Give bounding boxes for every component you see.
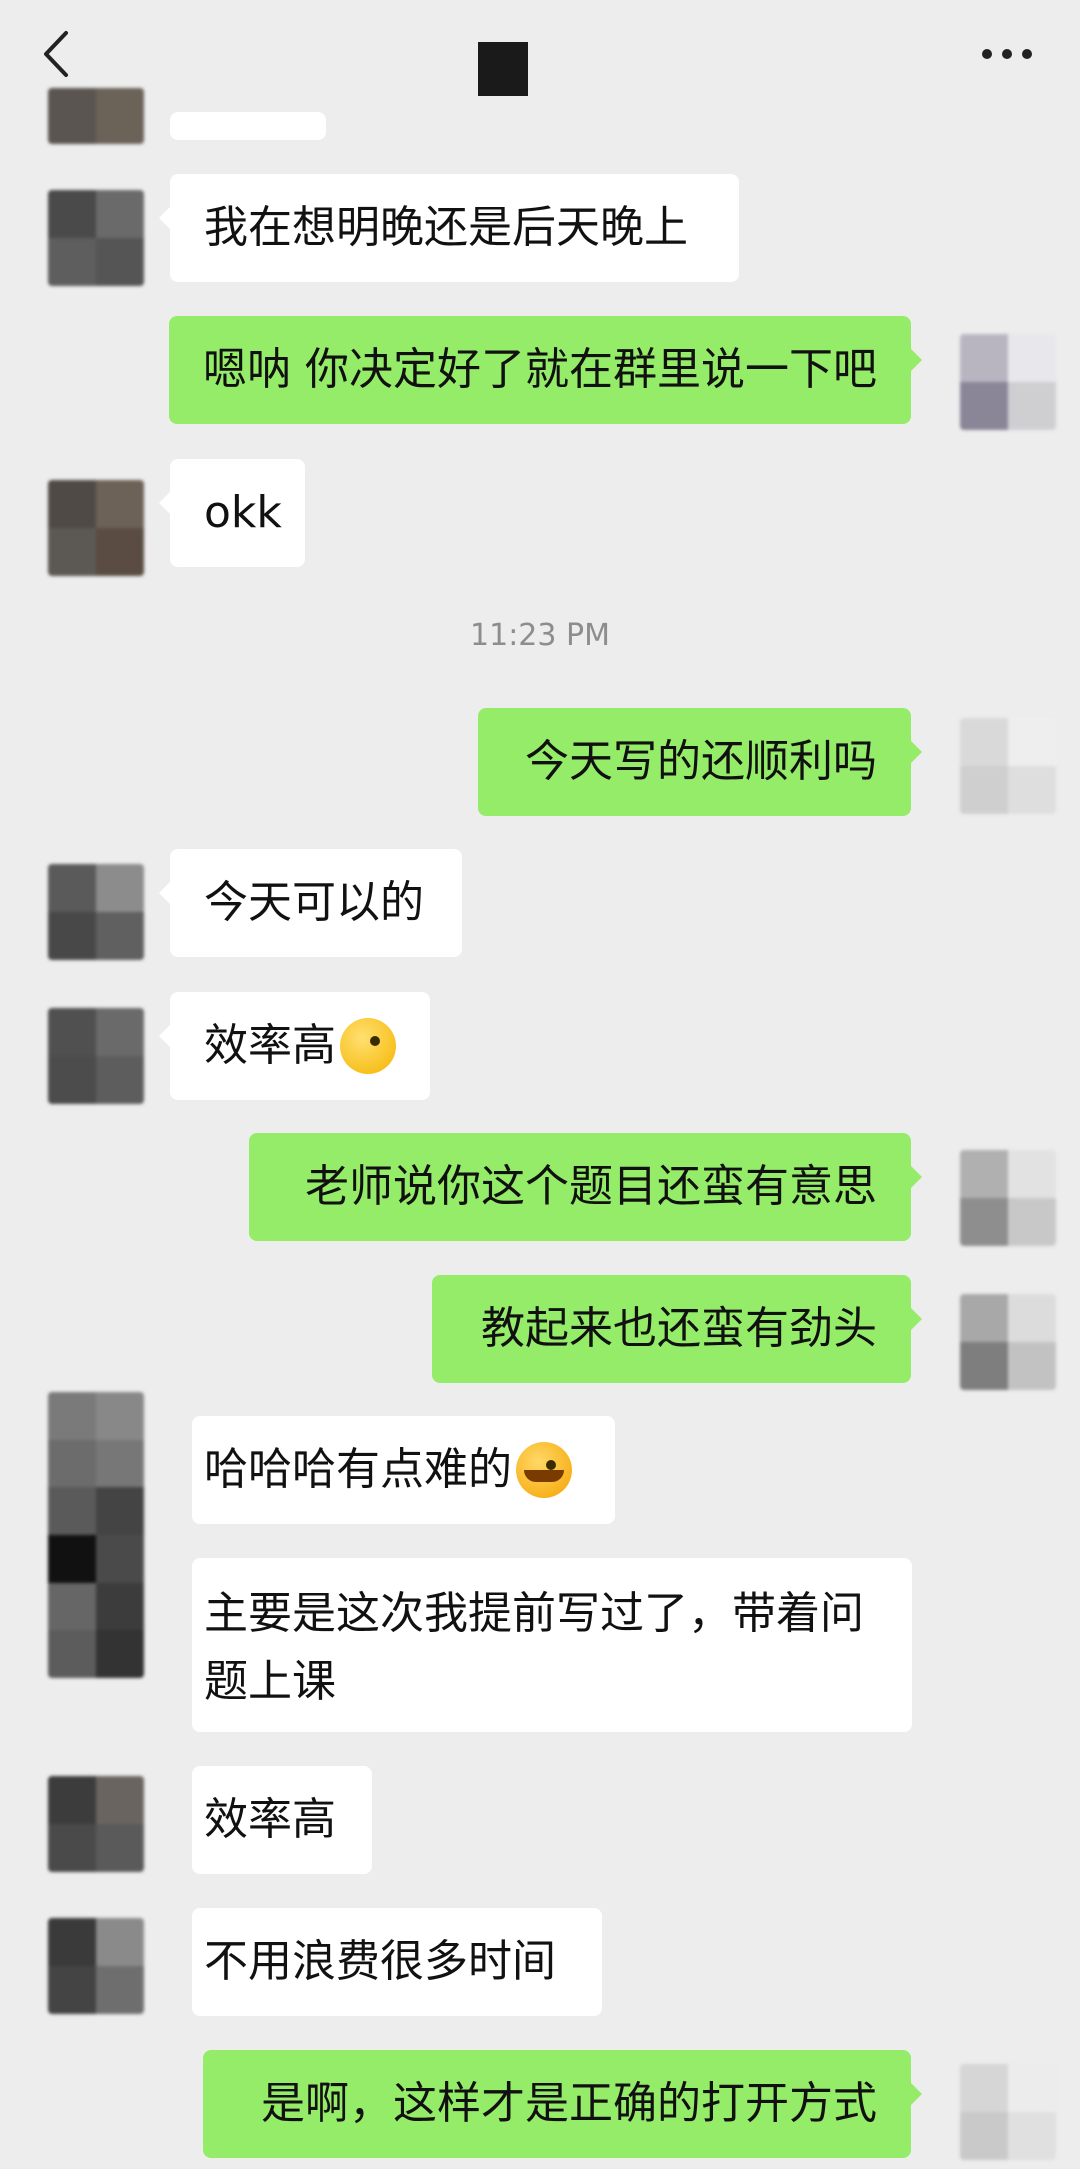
avatar-self[interactable] xyxy=(960,718,1056,814)
message-text: 主要是这次我提前写过了，带着问题上课 xyxy=(204,1588,864,1707)
avatar-self[interactable] xyxy=(960,1150,1056,1246)
avatar-self[interactable] xyxy=(960,334,1056,430)
message-bubble-incoming[interactable]: 我在想明晚还是后天晚上 xyxy=(159,174,739,282)
message-bubble-outgoing[interactable]: 教起来也还蛮有劲头 xyxy=(432,1275,922,1383)
chevron-left-icon xyxy=(44,31,68,77)
message-bubble-incoming[interactable]: 效率高 xyxy=(192,1766,372,1874)
face-cry-laugh-emoji xyxy=(516,1442,572,1498)
avatar-self[interactable] xyxy=(960,2064,1056,2160)
message-bubble-outgoing[interactable]: 今天写的还顺利吗 xyxy=(478,708,922,816)
more-horizontal-icon xyxy=(982,49,1032,59)
message-text: 不用浪费很多时间 xyxy=(204,1936,556,1987)
message-text: 效率高 xyxy=(204,1794,336,1845)
message-text: okk xyxy=(204,487,282,538)
message-text: 教起来也还蛮有劲头 xyxy=(481,1303,877,1354)
chat-title-redacted xyxy=(478,42,528,96)
message-bubble-incoming[interactable]: 今天可以的 xyxy=(159,849,462,957)
message-text: 今天写的还顺利吗 xyxy=(525,736,877,787)
avatar-contact[interactable] xyxy=(48,1008,144,1104)
message-text: 嗯呐 你决定好了就在群里说一下吧 xyxy=(203,344,877,395)
message-bubble-outgoing[interactable]: 嗯呐 你决定好了就在群里说一下吧 xyxy=(169,316,922,424)
avatar-contact[interactable] xyxy=(48,190,144,286)
avatar-contact[interactable] xyxy=(48,1392,144,1678)
message-text: 是啊，这样才是正确的打开方式 xyxy=(261,2078,877,2129)
avatar-contact[interactable] xyxy=(48,88,144,144)
more-options-button[interactable] xyxy=(972,30,1042,78)
message-text: 老师说你这个题目还蛮有意思 xyxy=(305,1161,877,1212)
message-text: 今天可以的 xyxy=(204,877,424,928)
message-bubble-incoming[interactable]: 哈哈哈有点难的 xyxy=(192,1416,615,1524)
message-text: 效率高 xyxy=(204,1020,336,1071)
message-bubble-incoming[interactable]: 不用浪费很多时间 xyxy=(192,1908,602,2016)
timestamp-divider: 11:23 PM xyxy=(470,618,610,653)
avatar-contact[interactable] xyxy=(48,864,144,960)
avatar-contact[interactable] xyxy=(48,1776,144,1872)
message-bubble-outgoing[interactable]: 是啊，这样才是正确的打开方式 xyxy=(203,2050,922,2158)
face-peek-emoji xyxy=(340,1018,396,1074)
message-bubble-partial[interactable] xyxy=(170,112,326,140)
avatar-contact[interactable] xyxy=(48,1918,144,2014)
chat-header xyxy=(0,0,1080,110)
message-text: 哈哈哈有点难的 xyxy=(204,1444,512,1495)
avatar-self[interactable] xyxy=(960,1294,1056,1390)
back-button[interactable] xyxy=(30,24,80,84)
message-bubble-incoming[interactable]: 效率高 xyxy=(159,992,430,1100)
avatar-contact[interactable] xyxy=(48,480,144,576)
message-text: 我在想明晚还是后天晚上 xyxy=(204,202,688,253)
message-bubble-incoming[interactable]: okk xyxy=(159,459,305,567)
message-bubble-incoming[interactable]: 主要是这次我提前写过了，带着问题上课 xyxy=(192,1558,912,1732)
message-bubble-outgoing[interactable]: 老师说你这个题目还蛮有意思 xyxy=(249,1133,922,1241)
